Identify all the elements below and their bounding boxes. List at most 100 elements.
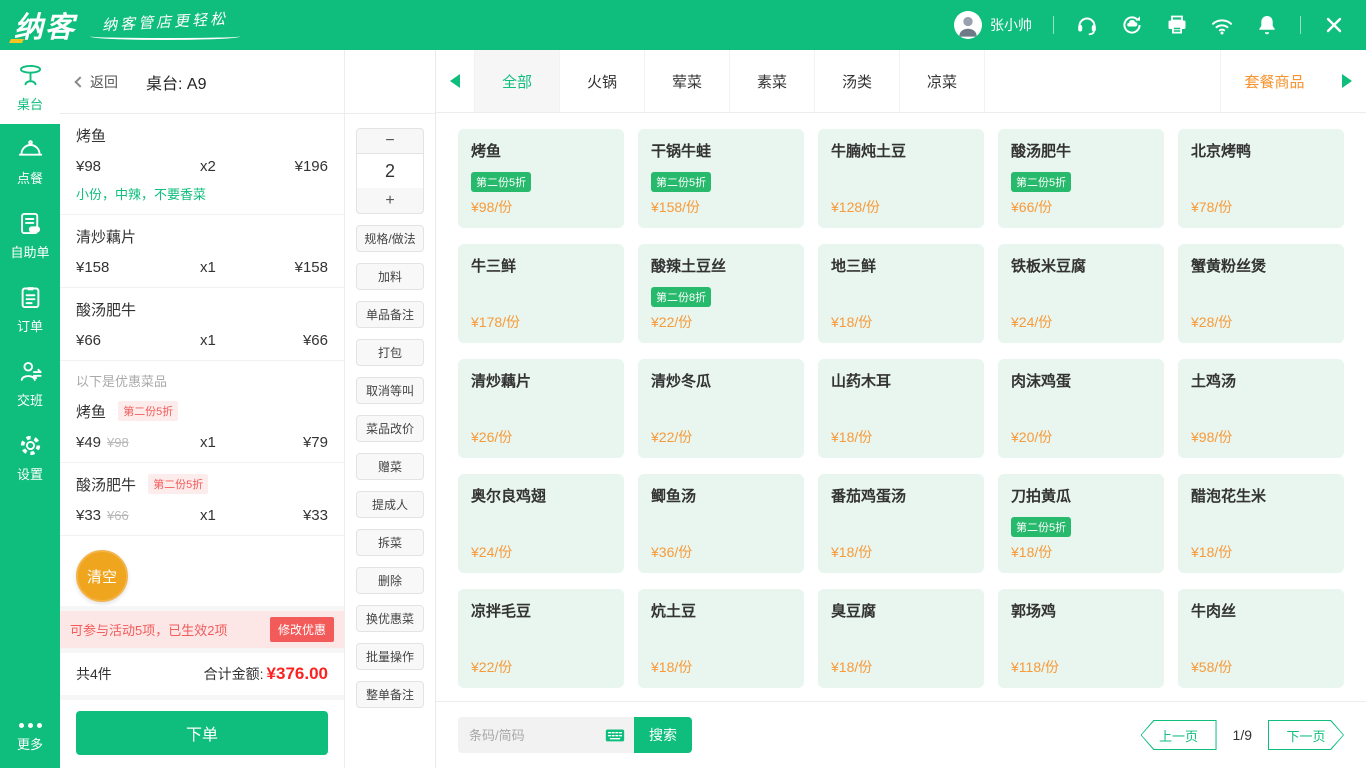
category-tab[interactable]: 凉菜 [899, 50, 984, 112]
prev-page-label: 上一页 [1159, 728, 1199, 744]
discount-order-item[interactable]: 烤鱼 第二份5折 ¥49 ¥98 x1 ¥79 [60, 390, 344, 463]
user-chip[interactable]: 张小帅 [954, 11, 1032, 39]
category-tab[interactable]: 荤菜 [644, 50, 729, 112]
menu-area: 全部 火锅 荤菜 素菜 汤类 凉菜 套餐商品 烤鱼 第二份5折 ¥98/份 干锅… [436, 50, 1366, 768]
menu-item-name: 刀拍黄瓜 [1011, 488, 1072, 505]
menu-item-card[interactable]: 北京烤鸭 ¥78/份 [1178, 129, 1344, 228]
action-button[interactable]: 单品备注 [356, 301, 424, 328]
search-box [458, 717, 634, 753]
sync-icon[interactable] [1120, 13, 1144, 37]
order-item[interactable]: 酸汤肥牛 ¥66 x1 ¥66 [60, 288, 344, 361]
item-actions-column: − 2 + 规格/做法 加料 单品备注 打包 取消等叫 菜品改价 赠菜 提成人 … [345, 50, 436, 768]
menu-item-card[interactable]: 鲫鱼汤 ¥36/份 [638, 474, 804, 573]
action-button[interactable]: 整单备注 [356, 681, 424, 708]
menu-item-card[interactable]: 地三鲜 ¥18/份 [818, 244, 984, 343]
menu-item-name: 凉拌毛豆 [471, 603, 532, 620]
menu-item-card[interactable]: 肉沫鸡蛋 ¥20/份 [998, 359, 1164, 458]
order-item[interactable]: 烤鱼 ¥98 x2 ¥196 小份，中辣，不要香菜 [60, 114, 344, 215]
menu-item-card[interactable]: 干锅牛蛙 第二份5折 ¥158/份 [638, 129, 804, 228]
sidebar-item-tables[interactable]: 桌台 [0, 50, 60, 124]
sidebar-item-settings[interactable]: 设置 [0, 420, 60, 494]
logo-accent [9, 39, 24, 43]
action-button[interactable]: 打包 [356, 339, 424, 366]
action-button[interactable]: 赠菜 [356, 453, 424, 480]
menu-grid: 烤鱼 第二份5折 ¥98/份 干锅牛蛙 第二份5折 ¥158/份 牛腩炖土豆 ¥ [436, 113, 1366, 704]
menu-item-price: ¥22/份 [471, 659, 513, 675]
menu-item-card[interactable]: 醋泡花生米 ¥18/份 [1178, 474, 1344, 573]
category-tab[interactable]: 汤类 [814, 50, 899, 112]
modify-discount-button[interactable]: 修改优惠 [269, 617, 334, 642]
menu-item-card[interactable]: 刀拍黄瓜 第二份5折 ¥18/份 [998, 474, 1164, 573]
printer-icon[interactable] [1165, 13, 1189, 37]
menu-item-card[interactable]: 凉拌毛豆 ¥22/份 [458, 589, 624, 688]
order-item-list: 烤鱼 ¥98 x2 ¥196 小份，中辣，不要香菜 清炒藕片 ¥158 x1 ¥… [60, 114, 344, 606]
sidebar-item-shift-change[interactable]: 交班 [0, 346, 60, 420]
menu-item-card[interactable]: 烤鱼 第二份5折 ¥98/份 [458, 129, 624, 228]
discount-order-item[interactable]: 酸汤肥牛 第二份5折 ¥33 ¥66 x1 ¥33 [60, 463, 344, 536]
menu-item-card[interactable]: 牛腩炖土豆 ¥128/份 [818, 129, 984, 228]
action-button[interactable]: 批量操作 [356, 643, 424, 670]
action-button[interactable]: 菜品改价 [356, 415, 424, 442]
headset-icon[interactable] [1075, 13, 1099, 37]
menu-item-card[interactable]: 郭场鸡 ¥118/份 [998, 589, 1164, 688]
menu-item-card[interactable]: 酸汤肥牛 第二份5折 ¥66/份 [998, 129, 1164, 228]
action-button[interactable]: 规格/做法 [356, 225, 424, 252]
wifi-icon[interactable] [1210, 13, 1234, 37]
tabs-scroll-right-button[interactable] [1328, 50, 1366, 112]
menu-item-card[interactable]: 清炒藕片 ¥26/份 [458, 359, 624, 458]
menu-item-card[interactable]: 土鸡汤 ¥98/份 [1178, 359, 1344, 458]
order-item[interactable]: 清炒藕片 ¥158 x1 ¥158 [60, 215, 344, 288]
divider [1300, 16, 1301, 34]
action-button[interactable]: 提成人 [356, 491, 424, 518]
category-tab[interactable]: 火锅 [559, 50, 644, 112]
order-item-qty: x1 [200, 507, 216, 524]
sidebar-nav: 桌台 点餐 自助单 订单 交班 设置 更多 [0, 50, 60, 768]
menu-item-card[interactable]: 番茄鸡蛋汤 ¥18/份 [818, 474, 984, 573]
sidebar-item-order-food[interactable]: 点餐 [0, 124, 60, 198]
menu-item-card[interactable]: 臭豆腐 ¥18/份 [818, 589, 984, 688]
menu-item-price: ¥18/份 [1011, 544, 1053, 560]
tabs-scroll-left-button[interactable] [436, 50, 474, 112]
user-name: 张小帅 [990, 17, 1032, 33]
quantity-minus-button[interactable]: − [356, 128, 424, 154]
table-title: 桌台: A9 [146, 75, 207, 93]
action-button[interactable]: 取消等叫 [356, 377, 424, 404]
sidebar-item-self-order[interactable]: 自助单 [0, 198, 60, 272]
menu-item-card[interactable]: 山药木耳 ¥18/份 [818, 359, 984, 458]
menu-item-name: 醋泡花生米 [1191, 488, 1267, 505]
menu-item-card[interactable]: 蟹黄粉丝煲 ¥28/份 [1178, 244, 1344, 343]
order-item-qty: x2 [200, 158, 216, 175]
next-page-button[interactable]: 下一页 [1268, 720, 1344, 750]
menu-item-card[interactable]: 铁板米豆腐 ¥24/份 [998, 244, 1164, 343]
menu-item-card[interactable]: 牛三鲜 ¥178/份 [458, 244, 624, 343]
combo-products-tab[interactable]: 套餐商品 [1220, 50, 1328, 112]
search-button[interactable]: 搜索 [634, 717, 692, 753]
action-button[interactable]: 换优惠菜 [356, 605, 424, 632]
menu-item-card[interactable]: 清炒冬瓜 ¥22/份 [638, 359, 804, 458]
menu-item-name: 炕土豆 [651, 603, 697, 620]
menu-item-card[interactable]: 牛肉丝 ¥58/份 [1178, 589, 1344, 688]
quantity-plus-button[interactable]: + [356, 188, 424, 214]
place-order-button[interactable]: 下单 [76, 711, 328, 755]
prev-page-button[interactable]: 上一页 [1140, 720, 1217, 750]
menu-item-name: 牛三鲜 [471, 258, 517, 275]
action-button[interactable]: 加料 [356, 263, 424, 290]
menu-item-card[interactable]: 炕土豆 ¥18/份 [638, 589, 804, 688]
clear-order-button[interactable]: 清空 [76, 550, 128, 602]
order-item-note: 小份，中辣，不要香菜 [76, 187, 207, 202]
action-button[interactable]: 拆菜 [356, 529, 424, 556]
menu-item-card[interactable]: 酸辣土豆丝 第二份8折 ¥22/份 [638, 244, 804, 343]
action-button[interactable]: 删除 [356, 567, 424, 594]
bell-icon[interactable] [1255, 13, 1279, 37]
menu-item-name: 鲫鱼汤 [651, 488, 697, 505]
barcode-search-input[interactable] [469, 727, 604, 743]
back-button[interactable]: 返回 [74, 72, 118, 92]
menu-item-card[interactable]: 奥尔良鸡翅 ¥24/份 [458, 474, 624, 573]
sidebar-item-more[interactable]: 更多 [0, 708, 60, 768]
close-icon[interactable] [1322, 13, 1346, 37]
category-tab[interactable]: 素菜 [729, 50, 814, 112]
sidebar-item-orders[interactable]: 订单 [0, 272, 60, 346]
menu-item-name: 铁板米豆腐 [1011, 258, 1087, 275]
keyboard-icon[interactable] [604, 724, 626, 746]
category-tab[interactable]: 全部 [474, 50, 559, 112]
